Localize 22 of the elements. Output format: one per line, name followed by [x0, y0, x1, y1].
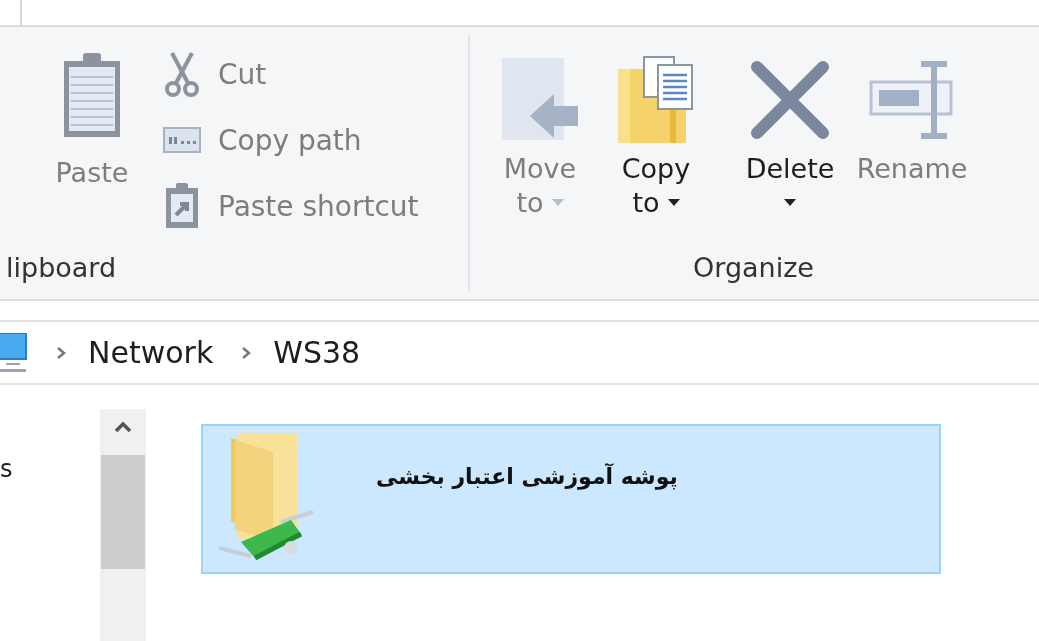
scroll-up-icon	[114, 421, 132, 433]
delete-button[interactable]: Delete	[742, 55, 838, 245]
scissors-icon	[162, 51, 202, 97]
group-label: lipboard	[5, 252, 118, 283]
folder-name: پوشه آموزشی اعتبار بخشی	[376, 464, 678, 489]
caret-icon	[784, 198, 796, 206]
copy-folder-icon	[616, 55, 696, 145]
chevron-icon	[241, 345, 252, 360]
nav-item[interactable]: s	[0, 455, 12, 483]
caret-icon	[667, 198, 680, 206]
computer-icon	[0, 332, 28, 373]
clipboard-icon	[61, 51, 123, 139]
chevron-icon	[56, 345, 66, 360]
scrollbar[interactable]	[100, 409, 146, 641]
path-icon	[162, 127, 202, 153]
group-label: Organize	[692, 252, 815, 283]
copy-button[interactable]: Copy to	[608, 55, 704, 245]
breadcrumb-item[interactable]: WS38	[273, 335, 361, 370]
breadcrumb-item[interactable]: Network	[88, 335, 214, 370]
folder-item[interactable]: پوشه آموزشی اعتبار بخشی	[201, 424, 941, 574]
scroll-thumb[interactable]	[101, 455, 145, 569]
caret-icon	[551, 198, 564, 206]
